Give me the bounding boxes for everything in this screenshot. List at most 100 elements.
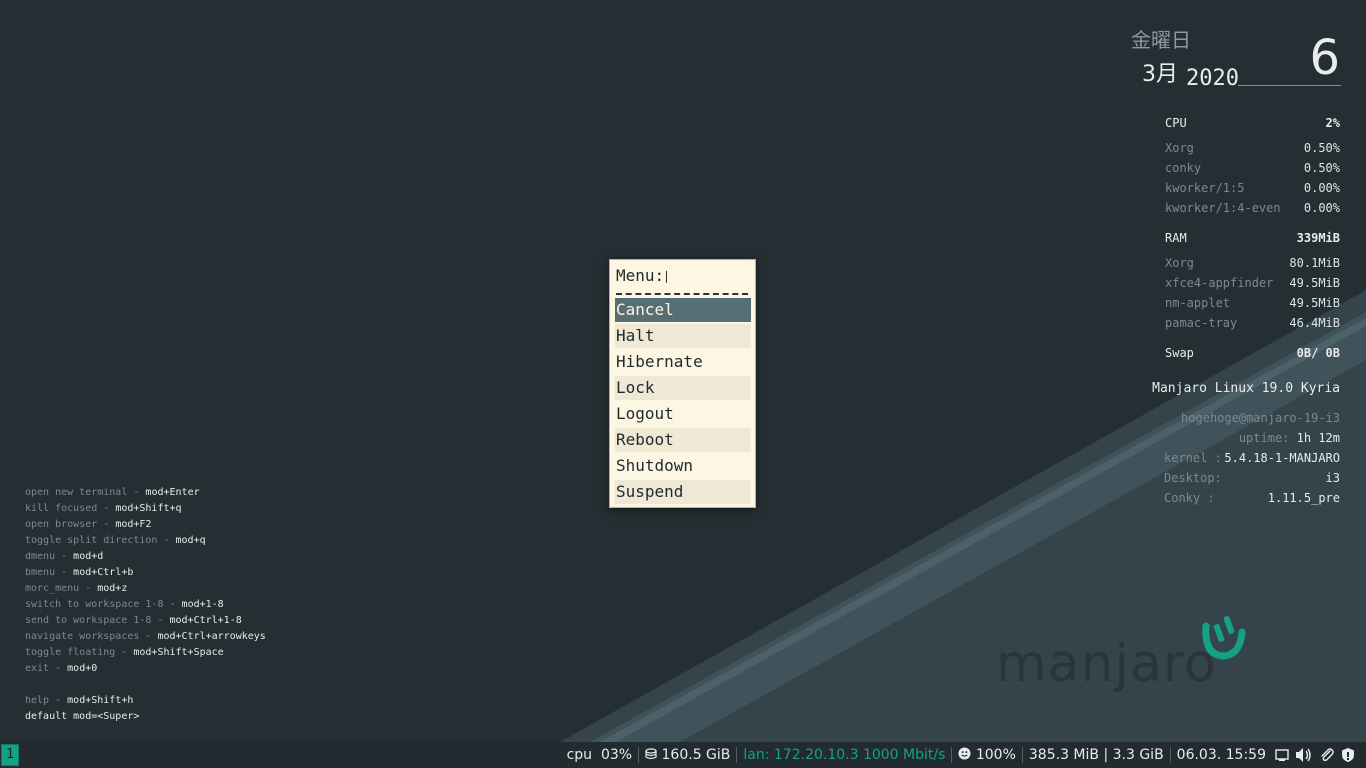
menu-item-hibernate[interactable]: Hibernate <box>615 350 751 374</box>
user-host: hogehoge@manjaro-19-i3 <box>1181 411 1340 425</box>
menu-separator <box>616 293 748 295</box>
proc-name: conky <box>1165 161 1202 175</box>
keybinding-keys: mod+Shift+Space <box>133 647 224 658</box>
cpu-proc-row: conky 0.50% <box>1165 161 1340 175</box>
proc-name: xfce4-appfinder <box>1165 276 1274 290</box>
menu-item-reboot[interactable]: Reboot <box>615 428 751 452</box>
shield-icon <box>1342 748 1354 762</box>
tray-paperclip-icon[interactable] <box>1316 747 1338 763</box>
proc-name: kworker/1:5 <box>1165 181 1245 195</box>
keybinding-keys: mod+1-8 <box>181 599 224 610</box>
proc-value: 49.5MiB <box>1289 296 1340 310</box>
smiley-icon <box>958 747 971 760</box>
keybinding-line: toggle floating - mod+Shift+Space <box>25 647 224 658</box>
lan-block: lan: 172.20.10.3 1000 Mbit/s <box>743 747 946 763</box>
menu-item-shutdown[interactable]: Shutdown <box>615 454 751 478</box>
kernel-value: 5.4.18-1-MANJARO <box>1224 451 1340 465</box>
cpu-block-label: cpu <box>566 747 593 763</box>
kernel-row: kernel : 5.4.18-1-MANJARO <box>1164 451 1340 465</box>
cpu-block-value: 03% <box>600 747 633 763</box>
menu-items: Cancel Halt Hibernate Lock Logout Reboot… <box>615 298 751 506</box>
ram-total: 339MiB <box>1296 231 1340 245</box>
proc-value: 49.5MiB <box>1289 276 1340 290</box>
keybinding-keys: mod+z <box>97 583 128 594</box>
keybinding-desc: toggle split direction <box>25 535 158 546</box>
battery-value: 100% <box>975 747 1016 763</box>
keybinding-keys: mod+Shift+q <box>115 503 182 514</box>
swap-label: Swap <box>1165 346 1194 360</box>
tray-window-icon[interactable] <box>1272 748 1292 762</box>
battery-block: 100% <box>952 747 1021 763</box>
tray-volume-icon[interactable] <box>1292 747 1316 763</box>
keybinding-keys: mod+Enter <box>145 487 200 498</box>
conky-year: 2020 <box>1186 66 1239 91</box>
ram-proc-row: pamac-tray 46.4MiB <box>1165 316 1340 330</box>
cpu-block: cpu 03% <box>561 747 639 763</box>
ram-proc-row: xfce4-appfinder 49.5MiB <box>1165 276 1340 290</box>
kernel-label: kernel : <box>1164 451 1222 465</box>
menu-item-lock[interactable]: Lock <box>615 376 751 400</box>
keybinding-desc: open new terminal <box>25 487 128 498</box>
default-mod-note: default mod=<Super> <box>25 711 140 722</box>
ram-proc-row: Xorg 80.1MiB <box>1165 256 1340 270</box>
proc-value: 0.00% <box>1303 201 1340 215</box>
keybinding-line: switch to workspace 1-8 - mod+1-8 <box>25 599 224 610</box>
conky-weekday: 金曜日 <box>1131 28 1191 52</box>
keybinding-desc: navigate workspaces <box>25 631 140 642</box>
keybinding-desc: dmenu <box>25 551 56 562</box>
tray-shield-icon[interactable] <box>1338 747 1358 763</box>
proc-value: 0.00% <box>1303 181 1340 195</box>
menu-item-logout[interactable]: Logout <box>615 402 751 426</box>
text-cursor <box>666 270 668 283</box>
keybinding-line: exit - mod+0 <box>25 663 98 674</box>
keybinding-keys: mod+d <box>73 551 104 562</box>
conky-version-label: Conky : <box>1164 491 1215 505</box>
keybinding-desc: switch to workspace 1-8 <box>25 599 164 610</box>
paperclip-icon <box>1321 748 1334 762</box>
proc-name: kworker/1:4-even <box>1165 201 1281 215</box>
conky-day: 6 <box>1309 30 1340 86</box>
keybinding-line: toggle split direction - mod+q <box>25 535 206 546</box>
keybinding-line: navigate workspaces - mod+Ctrl+arrowkeys <box>25 631 266 642</box>
proc-name: Xorg <box>1165 141 1194 155</box>
keybinding-line: help - mod+Shift+h <box>25 695 134 706</box>
keybinding-keys: mod+Shift+h <box>67 695 134 706</box>
keybinding-desc: kill focused <box>25 503 98 514</box>
keybinding-desc: help <box>25 695 50 706</box>
menu-item-cancel[interactable]: Cancel <box>615 298 751 322</box>
keybinding-desc: toggle floating <box>25 647 116 658</box>
manjaro-logo-icon <box>1202 616 1246 660</box>
keybinding-desc: open browser <box>25 519 98 530</box>
keybinding-blank <box>25 677 266 693</box>
exit-menu: Menu: Cancel Halt Hibernate Lock Logout … <box>609 259 756 508</box>
keybinding-line: kill focused - mod+Shift+q <box>25 503 182 514</box>
datetime-block: 06.03. 15:59 <box>1176 747 1266 763</box>
disk-block: 160.5 GiB <box>639 747 736 763</box>
keybinding-line: default mod=<Super> <box>25 709 266 725</box>
keybinding-line: send to workspace 1-8 - mod+Ctrl+1-8 <box>25 615 242 626</box>
keybinding-line: open new terminal - mod+Enter <box>25 487 200 498</box>
swap-row: Swap 0B/ 0B <box>1165 346 1340 360</box>
status-bar: 1 cpu 03% 160.5 GiB lan: 172.20.10.3 100… <box>0 742 1366 768</box>
keybinding-line: morc_menu - mod+z <box>25 583 128 594</box>
proc-name: nm-applet <box>1165 296 1231 310</box>
keybinding-keys: mod+F2 <box>115 519 152 530</box>
ram-label: RAM <box>1165 231 1187 245</box>
memory-block: 385.3 MiB | 3.3 GiB <box>1028 747 1164 763</box>
keybinding-line: bmenu - mod+Ctrl+b <box>25 567 134 578</box>
ram-proc-row: nm-applet 49.5MiB <box>1165 296 1340 310</box>
keybinding-keys: mod+q <box>175 535 206 546</box>
menu-prompt[interactable]: Menu: <box>616 266 668 285</box>
keybinding-desc: bmenu <box>25 567 56 578</box>
menu-item-suspend[interactable]: Suspend <box>615 480 751 504</box>
proc-name: Xorg <box>1165 256 1194 270</box>
disk-value: 160.5 GiB <box>661 747 731 763</box>
proc-value: 80.1MiB <box>1289 256 1340 270</box>
menu-item-halt[interactable]: Halt <box>615 324 751 348</box>
desktop-label: Desktop: <box>1164 471 1222 485</box>
system-name: Manjaro Linux 19.0 Kyria <box>1152 381 1340 396</box>
keybinding-keys: mod+Ctrl+1-8 <box>169 615 242 626</box>
workspace-button-1[interactable]: 1 <box>1 744 19 766</box>
cpu-proc-row: kworker/1:4-even 0.00% <box>1165 201 1340 215</box>
proc-value: 0.50% <box>1303 141 1340 155</box>
